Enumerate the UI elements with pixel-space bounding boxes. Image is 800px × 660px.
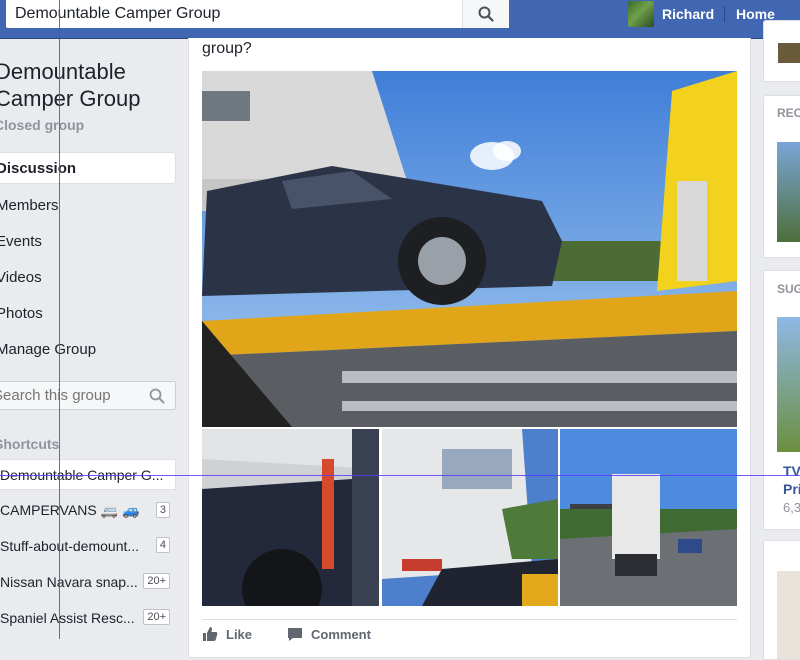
recent-heading: REC (777, 106, 800, 120)
profile-name: Richard (662, 6, 715, 22)
thumbs-up-icon (203, 627, 218, 641)
right-card-top (763, 20, 800, 82)
like-label: Like (226, 626, 253, 642)
like-button[interactable]: Like (202, 626, 252, 642)
post-photo-thumbnail[interactable] (382, 429, 558, 606)
group-search (0, 381, 176, 410)
shortcuts-heading: Shortcuts (0, 436, 60, 452)
search-icon[interactable] (149, 388, 165, 404)
shortcut-item[interactable]: Nissan Navara snap... 20+ (0, 566, 176, 597)
comment-button[interactable]: Comment (287, 626, 371, 642)
nav-discussion[interactable]: Discussion (0, 152, 176, 184)
suggested-group-title[interactable]: TV Pri (783, 462, 800, 498)
notification-badge: 3 (155, 502, 170, 518)
profile-link[interactable]: Richard (628, 0, 714, 28)
shortcut-label: Stuff-about-demount... (0, 537, 140, 554)
shortcut-label: Nissan Navara snap... (0, 573, 138, 590)
search-button[interactable] (462, 0, 509, 28)
nav-videos[interactable]: Videos (0, 261, 176, 293)
nav-photos[interactable]: Photos (0, 297, 176, 329)
right-card-bottom (763, 540, 800, 660)
post-photo-thumbnail[interactable] (202, 429, 379, 606)
post-divider (202, 619, 737, 620)
notification-badge: 4 (155, 537, 170, 553)
notification-badge: 20+ (143, 609, 170, 625)
post-text: group? (202, 40, 252, 57)
card-thumbnail (778, 43, 800, 63)
global-search (6, 0, 509, 28)
suggested-group-members: 6,3 (783, 500, 800, 515)
shortcut-label: CAMPERVANS 🚐 🚙 (0, 502, 140, 518)
search-icon (478, 6, 494, 22)
shortcut-item[interactable]: Spaniel Assist Resc... 20+ (0, 602, 176, 633)
nav-manage-group[interactable]: Manage Group (0, 333, 176, 365)
nav-events[interactable]: Events (0, 225, 176, 257)
nav-divider (724, 6, 725, 22)
suggested-heading: SUG (777, 282, 800, 296)
crosshair-vertical-line (59, 0, 60, 639)
comment-label: Comment (311, 626, 371, 642)
global-search-input[interactable] (6, 0, 456, 28)
comment-icon (288, 628, 302, 641)
recent-photo[interactable] (777, 142, 800, 242)
card-thumbnail (777, 571, 800, 659)
nav-members[interactable]: Members (0, 189, 176, 221)
suggested-group-photo[interactable] (777, 317, 800, 452)
top-bar: Richard Home (0, 0, 800, 39)
group-title[interactable]: Demountable Camper Group (0, 58, 180, 112)
avatar (628, 1, 654, 27)
crosshair-horizontal-line (0, 475, 800, 476)
group-privacy-label: Closed group (0, 117, 85, 133)
shortcut-label: Spaniel Assist Resc... (0, 609, 135, 626)
notification-badge: 20+ (143, 573, 170, 589)
shortcut-item[interactable]: CAMPERVANS 🚐 🚙 3 (0, 495, 176, 526)
post-photo-thumbnail[interactable] (560, 429, 737, 606)
group-search-input[interactable] (0, 382, 141, 409)
post-photo-main[interactable] (202, 71, 737, 427)
shortcut-item[interactable]: Stuff-about-demount... 4 (0, 530, 176, 561)
